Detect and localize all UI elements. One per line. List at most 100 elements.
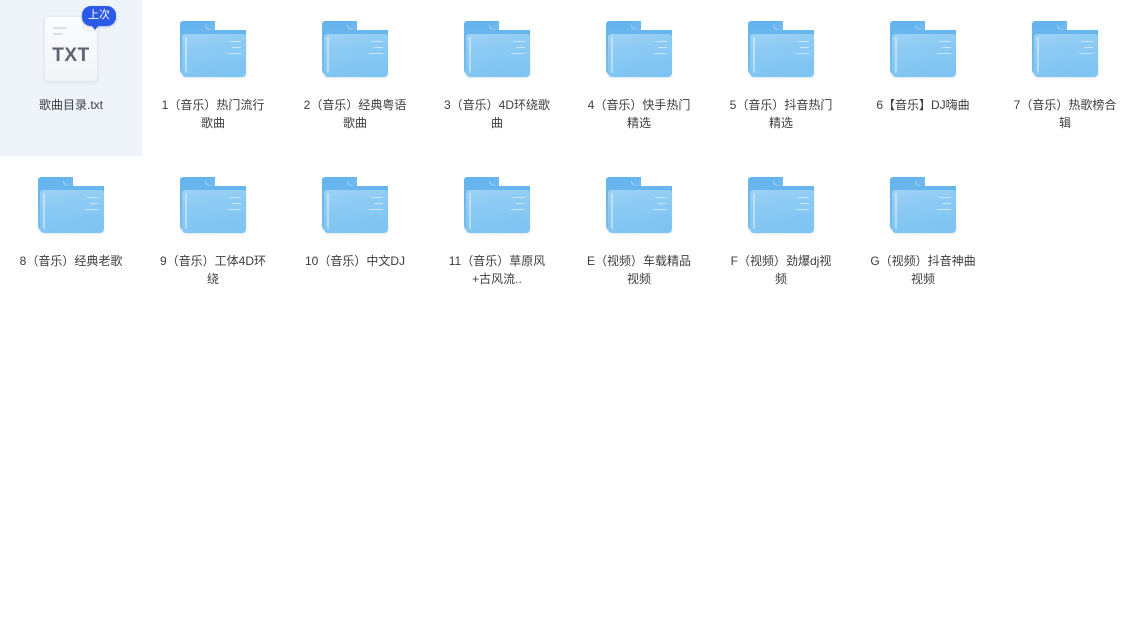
- item-label: 9（音乐）工体4D环绕: [159, 254, 266, 286]
- folder-edge-highlight: [327, 193, 329, 229]
- text-rule-line: [53, 27, 67, 29]
- folder-detail-line: [937, 53, 951, 54]
- folder-detail-line: [227, 209, 241, 210]
- folder-item[interactable]: 9（音乐）工体4D环绕: [142, 156, 284, 312]
- folder-detail-line: [229, 197, 241, 198]
- folder-detail-line: [1084, 47, 1093, 48]
- folder-detail-line: [942, 203, 951, 204]
- folder-detail-line: [229, 41, 241, 42]
- folder-item[interactable]: E（视频）车载精品视频: [568, 156, 710, 312]
- folder-icon: [890, 177, 956, 233]
- item-icon-area[interactable]: [174, 10, 252, 88]
- folder-detail-line: [800, 203, 809, 204]
- file-item[interactable]: TXT 上次歌曲目录.txt: [0, 0, 142, 156]
- folder-detail-line: [939, 41, 951, 42]
- folder-tab-notch: [489, 21, 530, 30]
- item-icon-area[interactable]: [742, 166, 820, 244]
- folder-detail-line: [939, 197, 951, 198]
- item-label: 7（音乐）热歌榜合辑: [1013, 98, 1117, 130]
- folder-icon: [606, 177, 672, 233]
- folder-edge-highlight: [611, 193, 613, 229]
- folder-detail-line: [371, 197, 383, 198]
- folder-item[interactable]: 2（音乐）经典粤语歌曲: [284, 0, 426, 156]
- item-icon-area[interactable]: [1026, 10, 1104, 88]
- folder-detail-line: [369, 53, 383, 54]
- folder-tab-notch: [915, 21, 956, 30]
- folder-front-panel: [40, 190, 104, 233]
- item-icon-area[interactable]: [174, 166, 252, 244]
- folder-icon: [38, 177, 104, 233]
- folder-detail-line: [797, 197, 809, 198]
- item-label: 2（音乐）经典粤语歌曲: [303, 98, 407, 130]
- folder-icon: [890, 21, 956, 77]
- folder-item[interactable]: 8（音乐）经典老歌: [0, 156, 142, 312]
- folder-front-panel: [608, 190, 672, 233]
- item-label: 歌曲目录.txt: [38, 98, 103, 112]
- folder-edge-highlight: [895, 37, 897, 73]
- folder-detail-line: [1081, 41, 1093, 42]
- folder-item[interactable]: 4（音乐）快手热门精选: [568, 0, 710, 156]
- folder-item[interactable]: 3（音乐）4D环绕歌曲: [426, 0, 568, 156]
- folder-edge-highlight: [753, 37, 755, 73]
- file-grid: TXT 上次 歌曲目录.txt 1（音乐）热门流行歌曲 2（音乐）经典粤语歌曲 3（音乐）…: [0, 0, 1136, 312]
- item-icon-area[interactable]: [458, 10, 536, 88]
- folder-item[interactable]: F（视频）劲爆dj视频: [710, 156, 852, 312]
- folder-tab-notch: [347, 177, 388, 186]
- folder-detail-line: [658, 203, 667, 204]
- folder-detail-line: [800, 47, 809, 48]
- folder-detail-line: [374, 203, 383, 204]
- folder-icon: [464, 21, 530, 77]
- folder-front-panel: [750, 34, 814, 77]
- folder-icon: [606, 21, 672, 77]
- item-label: 4（音乐）快手热门精选: [587, 98, 691, 130]
- text-rule-line: [53, 33, 63, 35]
- item-icon-area[interactable]: [600, 166, 678, 244]
- folder-detail-line: [369, 209, 383, 210]
- folder-front-panel: [1034, 34, 1098, 77]
- item-icon-area[interactable]: [884, 10, 962, 88]
- folder-front-panel: [324, 190, 388, 233]
- folder-detail-line: [655, 41, 667, 42]
- item-icon-area[interactable]: TXT 上次: [32, 6, 116, 88]
- item-icon-area[interactable]: [884, 166, 962, 244]
- item-icon-area[interactable]: [316, 166, 394, 244]
- folder-item[interactable]: G（视频）抖音神曲视频: [852, 156, 994, 312]
- folder-edge-highlight: [327, 37, 329, 73]
- folder-icon: [748, 177, 814, 233]
- folder-edge-highlight: [895, 193, 897, 229]
- folder-icon: [464, 177, 530, 233]
- item-label: 6【音乐】DJ嗨曲: [876, 98, 970, 112]
- folder-detail-line: [516, 47, 525, 48]
- item-icon-area[interactable]: [316, 10, 394, 88]
- folder-detail-line: [1079, 53, 1093, 54]
- folder-item[interactable]: 1（音乐）热门流行歌曲: [142, 0, 284, 156]
- folder-detail-line: [653, 209, 667, 210]
- folder-item[interactable]: 10（音乐）中文DJ: [284, 156, 426, 312]
- folder-icon: [748, 21, 814, 77]
- item-label: 10（音乐）中文DJ: [304, 254, 405, 268]
- folder-detail-line: [795, 53, 809, 54]
- folder-detail-line: [653, 53, 667, 54]
- folder-tab-notch: [773, 21, 814, 30]
- folder-item[interactable]: 5（音乐）抖音热门精选: [710, 0, 852, 156]
- folder-detail-line: [371, 41, 383, 42]
- folder-tab-notch: [63, 177, 104, 186]
- folder-front-panel: [182, 190, 246, 233]
- folder-tab-notch: [631, 21, 672, 30]
- folder-edge-highlight: [43, 193, 45, 229]
- item-label: 11（音乐）草原风+古风流..: [448, 254, 546, 286]
- folder-item[interactable]: 11（音乐）草原风+古风流..: [426, 156, 568, 312]
- item-icon-area[interactable]: [742, 10, 820, 88]
- item-icon-area[interactable]: [458, 166, 536, 244]
- item-label: F（视频）劲爆dj视频: [730, 254, 832, 286]
- item-icon-area[interactable]: [32, 166, 110, 244]
- item-label: 3（音乐）4D环绕歌曲: [443, 98, 550, 130]
- folder-item[interactable]: 6【音乐】DJ嗨曲: [852, 0, 994, 156]
- folder-item[interactable]: 7（音乐）热歌榜合辑: [994, 0, 1136, 156]
- item-label: 8（音乐）经典老歌: [19, 254, 123, 268]
- folder-front-panel: [182, 34, 246, 77]
- item-label: 5（音乐）抖音热门精选: [729, 98, 833, 130]
- item-icon-area[interactable]: [600, 10, 678, 88]
- folder-tab-notch: [915, 177, 956, 186]
- folder-detail-line: [511, 53, 525, 54]
